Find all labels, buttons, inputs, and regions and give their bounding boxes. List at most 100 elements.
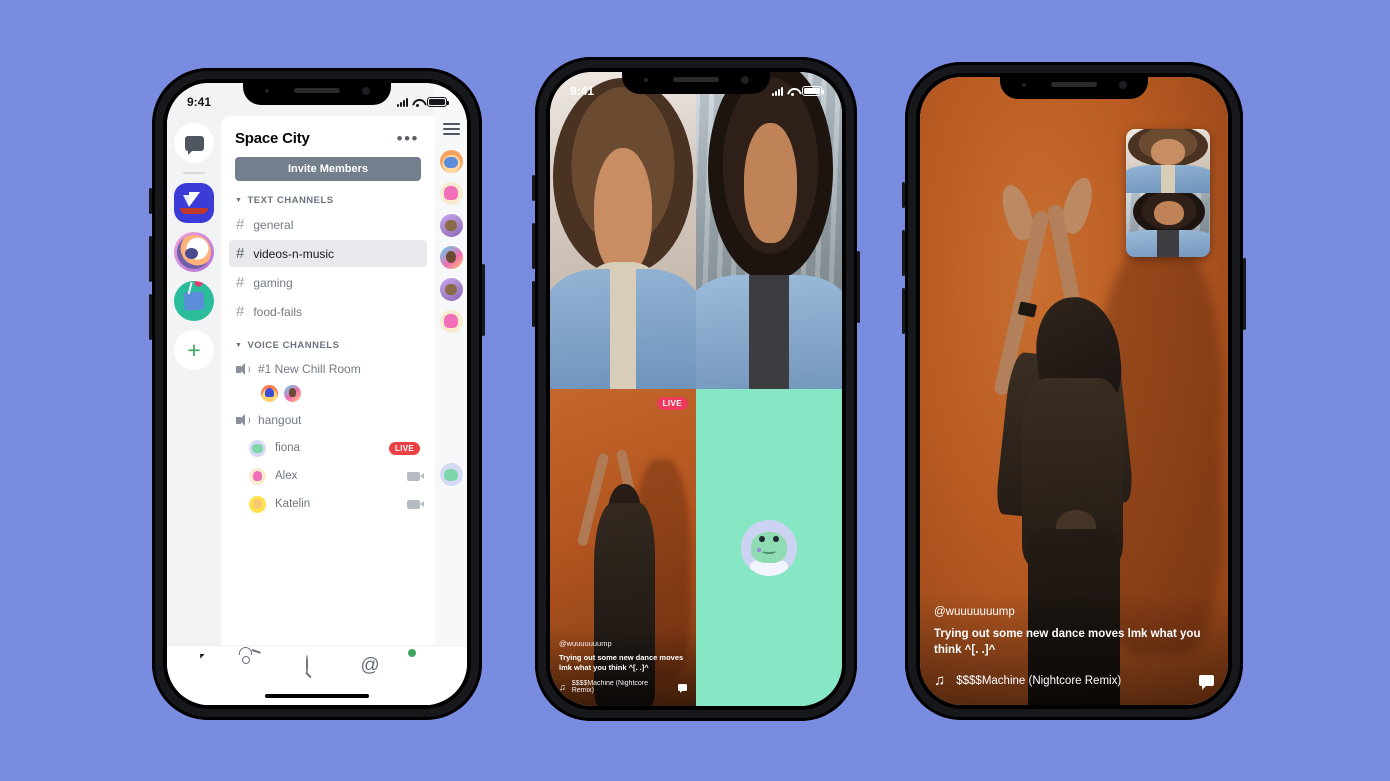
channel-general[interactable]: # general bbox=[229, 211, 427, 238]
channel-label: food-fails bbox=[253, 304, 303, 319]
sidebar-item-space-city-server[interactable] bbox=[174, 183, 214, 223]
avatar[interactable] bbox=[284, 385, 301, 402]
music-row[interactable]: ♫ $$$$Machine (Nightcore Remix) bbox=[934, 672, 1214, 690]
phone-1-discord-channel-list: 9:41 + Space City ••• Invite Members ▼ T… bbox=[149, 68, 485, 720]
battery-icon bbox=[427, 97, 449, 107]
phone3-volume-up bbox=[902, 230, 905, 276]
category-label: VOICE CHANNELS bbox=[247, 340, 340, 351]
phone3-notch bbox=[1000, 73, 1148, 99]
chat-bubble-icon bbox=[184, 135, 204, 155]
sidebar-item-direct-messages[interactable] bbox=[174, 123, 214, 163]
channel-panel: Space City ••• Invite Members ▼ TEXT CHA… bbox=[221, 116, 435, 705]
video-subject-face bbox=[593, 148, 653, 275]
phone2-notch bbox=[622, 68, 770, 94]
video-subject-face bbox=[1151, 139, 1185, 165]
voice-channel-new-chill-room[interactable]: #1 New Chill Room bbox=[229, 356, 427, 382]
live-stream-tile[interactable]: LIVE @wuuuuuuump Trying out some new dan… bbox=[550, 389, 696, 706]
status-time: 9:41 bbox=[570, 84, 595, 98]
category-voice-channels[interactable]: ▼ VOICE CHANNELS bbox=[221, 326, 435, 355]
speaker-icon bbox=[236, 362, 250, 376]
phone2-volume-down bbox=[532, 281, 535, 327]
participant-video-top-right[interactable] bbox=[696, 72, 842, 389]
voice-channel-hangout[interactable]: hangout bbox=[229, 407, 427, 433]
rail-divider bbox=[183, 172, 205, 174]
phone-2-video-call-grid: LIVE @wuuuuuuump Trying out some new dan… bbox=[532, 57, 860, 721]
tab-profile[interactable] bbox=[407, 648, 437, 678]
server-overflow-menu[interactable]: ••• bbox=[397, 130, 419, 147]
phone3-power-button bbox=[1243, 258, 1246, 330]
avatar[interactable] bbox=[439, 214, 463, 237]
sidebar-item-astronaut-server[interactable] bbox=[174, 232, 214, 272]
tab-mentions[interactable]: @ bbox=[360, 655, 382, 678]
video-subject-jacket bbox=[1126, 164, 1210, 193]
list-item[interactable]: Alex bbox=[229, 463, 427, 489]
comment-bubble-icon[interactable] bbox=[1199, 675, 1214, 690]
track-title: $$$$Machine (Nightcore Remix) bbox=[571, 680, 649, 694]
video-subject-jacket bbox=[1126, 230, 1210, 257]
comment-bubble-icon[interactable] bbox=[678, 683, 687, 693]
avatar[interactable] bbox=[439, 150, 463, 173]
phone2-mute-switch bbox=[532, 175, 535, 201]
avatar bbox=[249, 467, 266, 485]
cellular-bars-icon bbox=[397, 97, 408, 107]
music-note-icon: ♫ bbox=[559, 682, 566, 692]
avatar bbox=[249, 439, 266, 457]
wifi-icon bbox=[787, 87, 798, 96]
category-text-channels[interactable]: ▼ TEXT CHANNELS bbox=[221, 181, 435, 210]
pip-video-bottom[interactable] bbox=[1126, 193, 1210, 257]
avatar[interactable] bbox=[439, 246, 463, 269]
channel-label: videos-n-music bbox=[253, 246, 335, 261]
music-row[interactable]: ♫ $$$$Machine (Nightcore Remix) bbox=[559, 680, 687, 694]
add-server-button[interactable]: + bbox=[174, 330, 214, 370]
list-item[interactable]: fiona LIVE bbox=[229, 435, 427, 461]
tab-servers[interactable] bbox=[197, 653, 219, 678]
hash-icon: # bbox=[236, 274, 245, 291]
astronaut-avatar-icon bbox=[177, 235, 211, 269]
tab-friends[interactable] bbox=[238, 646, 274, 678]
frog-avatar bbox=[741, 519, 797, 576]
channel-food-fails[interactable]: # food-fails bbox=[229, 298, 427, 325]
pip-video-stack[interactable] bbox=[1126, 129, 1210, 257]
invite-members-button[interactable]: Invite Members bbox=[235, 157, 421, 181]
video-subject-face bbox=[744, 122, 797, 244]
pip-video-top[interactable] bbox=[1126, 129, 1210, 193]
video-subject-jacket bbox=[696, 274, 842, 389]
phone2-power-button bbox=[857, 251, 860, 323]
member-name: fiona bbox=[275, 442, 300, 454]
battery-icon bbox=[802, 86, 824, 96]
sidebar-item-art-server[interactable] bbox=[174, 281, 214, 321]
channel-gaming[interactable]: # gaming bbox=[229, 269, 427, 296]
stream-overlay: @wuuuuuuump Trying out some new dance mo… bbox=[920, 592, 1228, 705]
list-item[interactable]: Katelin bbox=[229, 491, 427, 517]
home-indicator bbox=[265, 694, 369, 698]
avatar[interactable] bbox=[439, 463, 463, 486]
video-subject-jacket bbox=[550, 268, 696, 389]
category-label: TEXT CHANNELS bbox=[247, 195, 334, 206]
waiting-participant-tile[interactable] bbox=[696, 389, 842, 706]
member-name: Katelin bbox=[275, 498, 311, 510]
avatar[interactable] bbox=[439, 310, 463, 333]
participant-video-top-left[interactable] bbox=[550, 72, 696, 389]
stream-caption: Trying out some new dance moves lmk what… bbox=[934, 628, 1201, 657]
stream-handle[interactable]: @wuuuuuuump bbox=[934, 606, 1214, 618]
wifi-icon bbox=[412, 98, 423, 107]
member-name: Alex bbox=[275, 470, 298, 482]
channel-videos-n-music[interactable]: # videos-n-music bbox=[229, 240, 427, 267]
fullscreen-stream[interactable]: @wuuuuuuump Trying out some new dance mo… bbox=[920, 77, 1228, 705]
phone1-notch bbox=[243, 79, 391, 105]
hamburger-menu-icon[interactable] bbox=[442, 123, 460, 135]
phone2-volume-up bbox=[532, 223, 535, 269]
stream-handle[interactable]: @wuuuuuuump bbox=[559, 639, 687, 648]
channel-label: general bbox=[253, 217, 294, 232]
chevron-down-icon: ▼ bbox=[235, 197, 243, 204]
hash-icon: # bbox=[236, 216, 245, 233]
paint-palette-icon bbox=[183, 291, 205, 311]
avatar[interactable] bbox=[439, 278, 463, 301]
chevron-down-icon: ▼ bbox=[235, 342, 243, 349]
phone1-volume-up bbox=[149, 236, 152, 282]
status-time: 9:41 bbox=[187, 95, 212, 109]
avatar[interactable] bbox=[439, 182, 463, 205]
voice-channel-label: #1 New Chill Room bbox=[258, 362, 361, 376]
tab-search[interactable] bbox=[305, 654, 328, 678]
avatar[interactable] bbox=[261, 385, 278, 402]
